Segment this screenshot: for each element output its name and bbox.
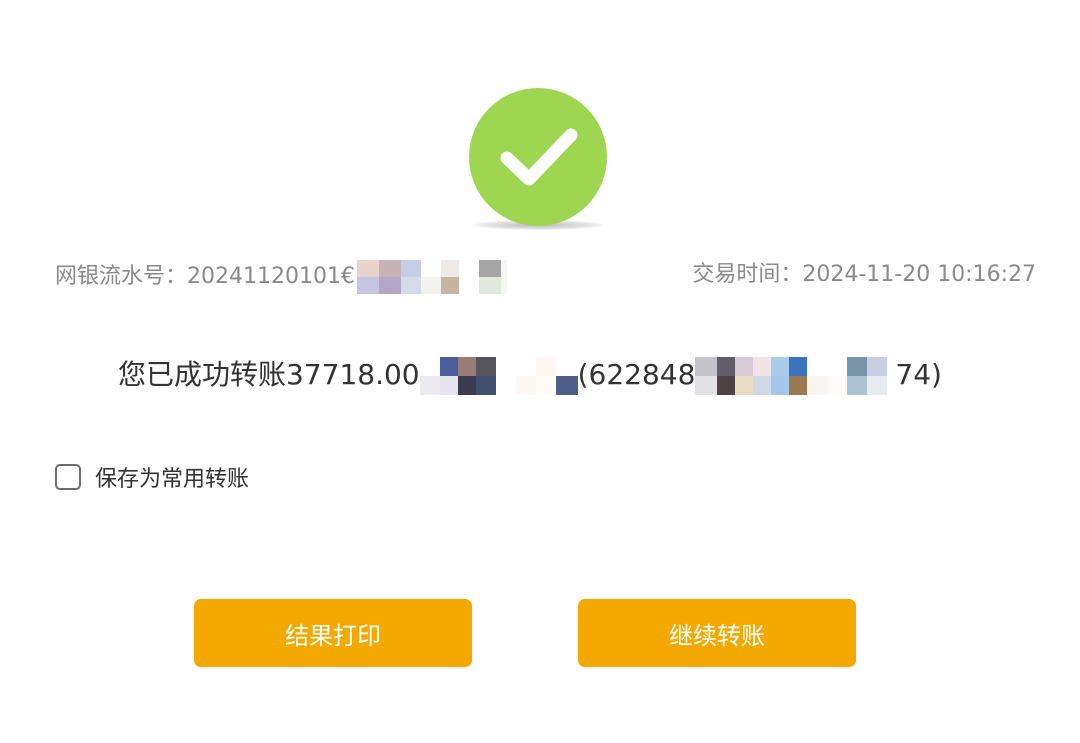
payee-account-suffix: 74) — [895, 358, 942, 391]
continue-transfer-button[interactable]: 继续转账 — [578, 599, 856, 667]
redacted-serial-mosaic — [356, 260, 507, 294]
serial-number-value: 20241120101€ — [187, 264, 355, 289]
save-as-frequent-transfer[interactable]: 保存为常用转账 — [55, 462, 249, 492]
transaction-time-label: 交易时间： — [692, 262, 803, 287]
serial-number-label: 网银流水号： — [55, 264, 188, 289]
payee-account-prefix: (622848 — [577, 358, 696, 391]
save-frequent-label: 保存为常用转账 — [95, 467, 250, 492]
transaction-time-row: 交易时间：2024-11-20 10:16:27 — [692, 260, 1036, 290]
success-status — [466, 88, 610, 234]
transaction-time-value: 2024-11-20 10:16:27 — [802, 262, 1036, 287]
serial-number-row: 网银流水号：20241120101€ — [55, 260, 507, 294]
redacted-account-mosaic — [695, 357, 896, 395]
redacted-payee-mosaic — [419, 357, 578, 395]
transfer-amount-text: 您已成功转账37718.00 — [118, 358, 420, 391]
transfer-success-message: 您已成功转账37718.00 (622848 74) — [118, 355, 942, 395]
print-result-button[interactable]: 结果打印 — [194, 599, 472, 667]
save-frequent-checkbox[interactable] — [55, 464, 81, 490]
check-circle-icon — [469, 88, 607, 226]
